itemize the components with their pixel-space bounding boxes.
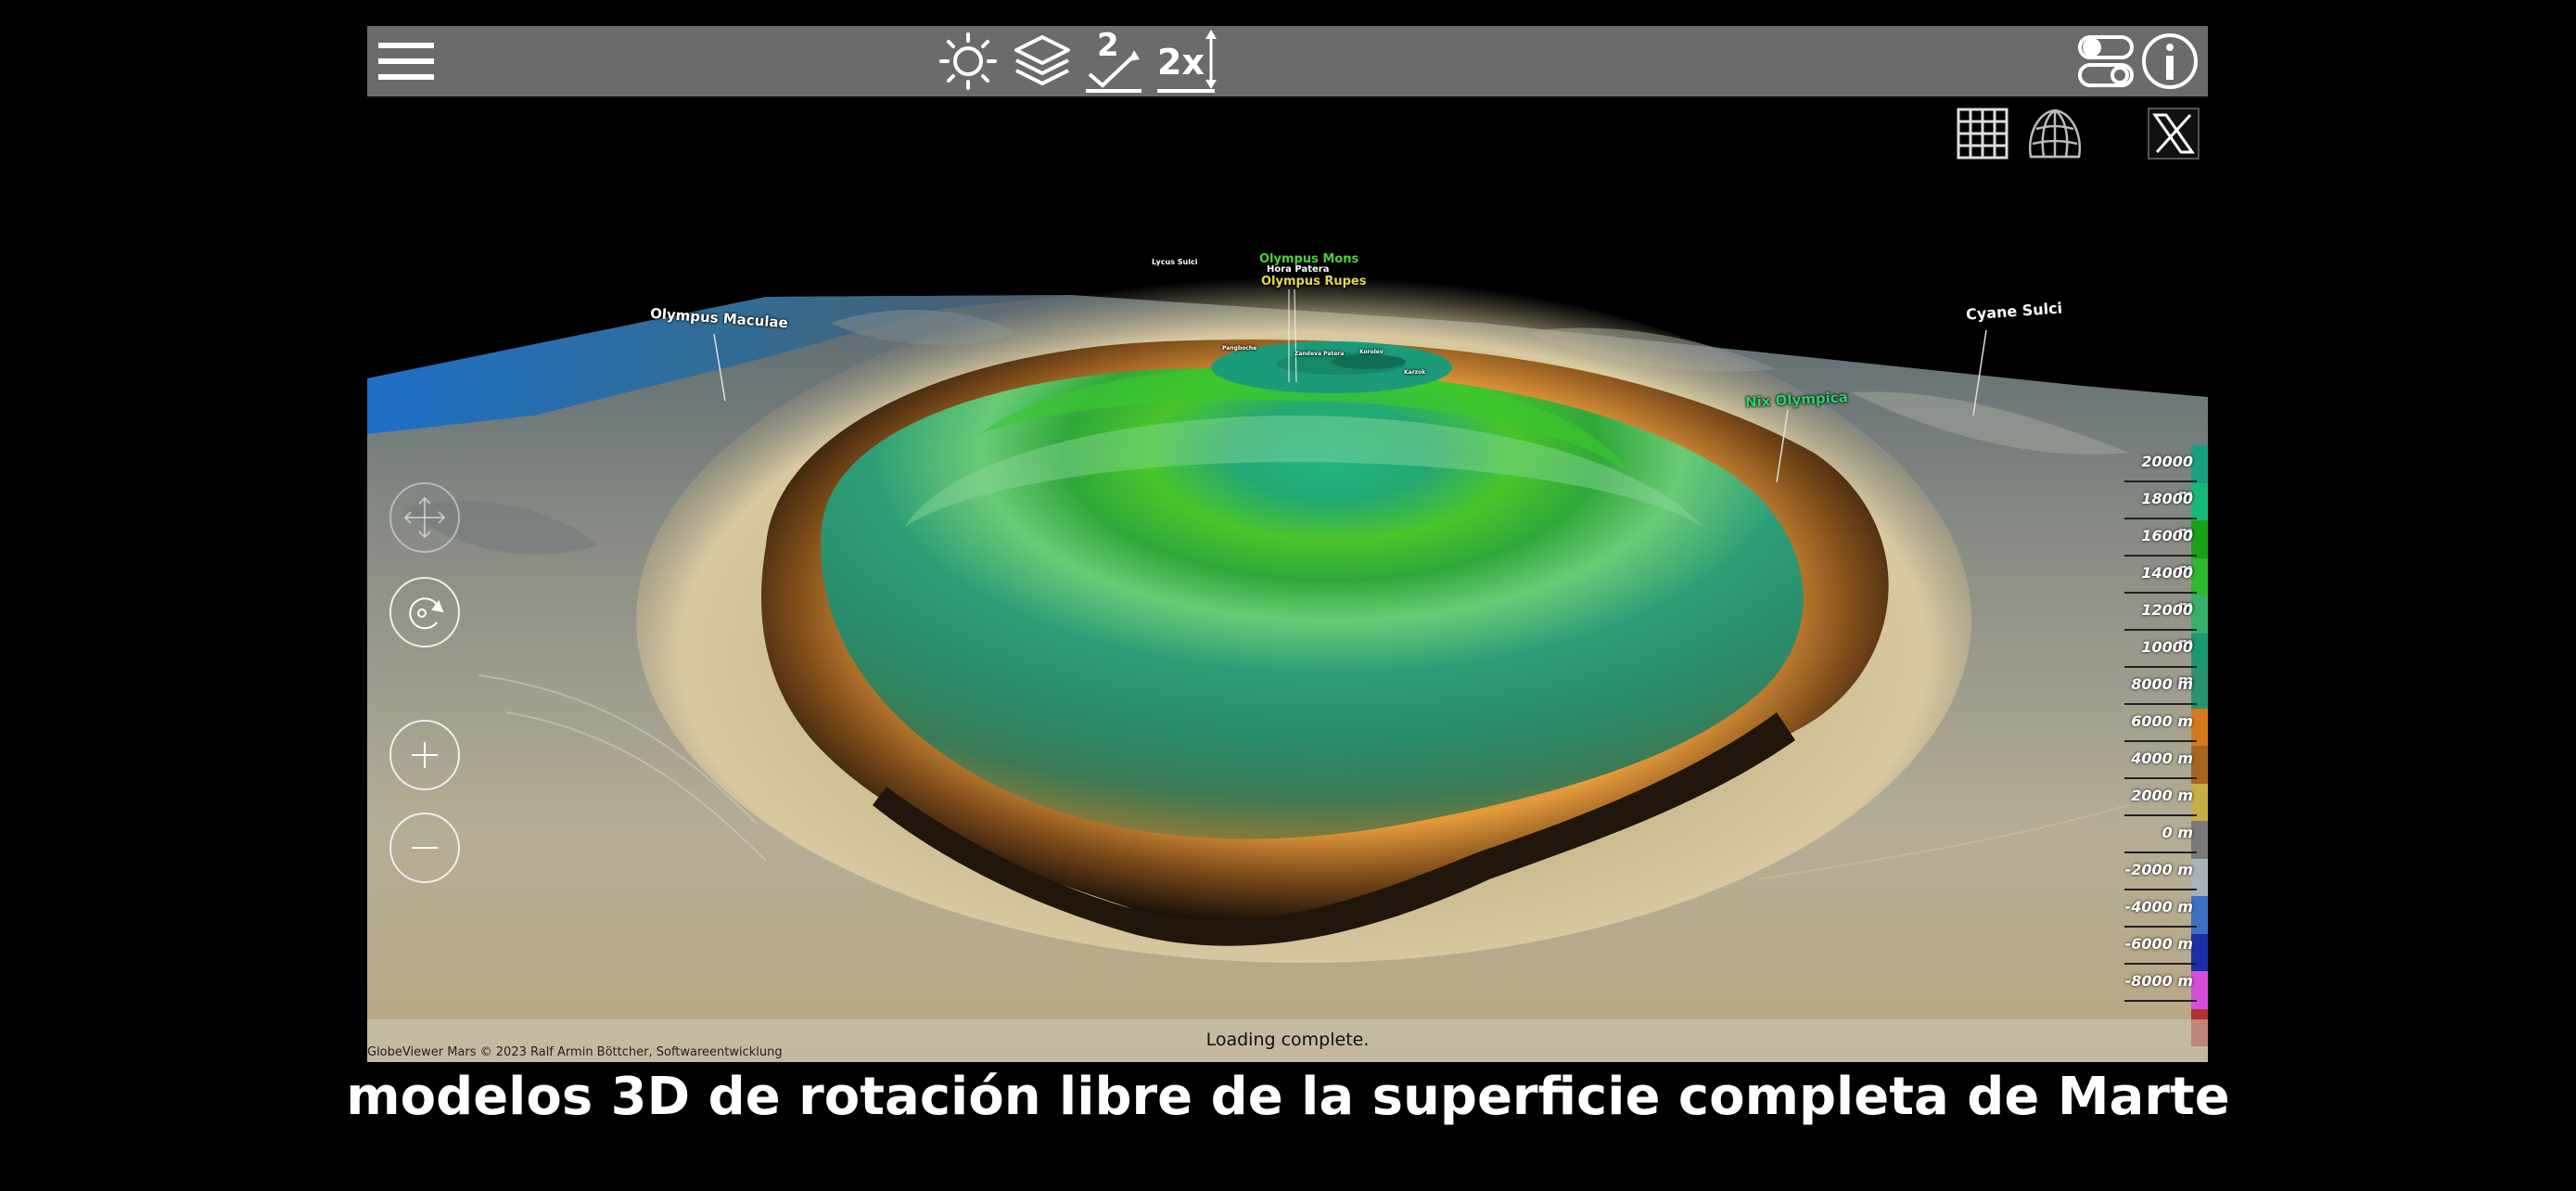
legend-tick: 10000 m bbox=[2124, 631, 2197, 689]
toggle-settings-icon[interactable] bbox=[2072, 26, 2142, 96]
legend-tick: -4000 m bbox=[2124, 890, 2197, 928]
legend-tick: 2000 m bbox=[2124, 779, 2197, 816]
label-olympus-rupes[interactable]: Olympus Rupes bbox=[1261, 275, 1366, 288]
label-hora-patera[interactable]: Hora Patera bbox=[1267, 264, 1329, 275]
svg-text:2x: 2x bbox=[1157, 42, 1205, 83]
legend-tick: 18000 m bbox=[2124, 482, 2197, 541]
legend-tick: 6000 m bbox=[2124, 705, 2197, 742]
globe-grid-icon[interactable] bbox=[2025, 106, 2085, 161]
copyright-text: GlobeViewer Mars © 2023 Ralf Armin Böttc… bbox=[367, 1045, 783, 1059]
menu-icon[interactable] bbox=[371, 26, 441, 96]
zoom-in-control[interactable] bbox=[389, 720, 460, 790]
leader-line bbox=[1972, 329, 1987, 416]
leader-line bbox=[1776, 409, 1789, 483]
grid-icon[interactable] bbox=[1955, 106, 2010, 161]
terrain-3d-view[interactable] bbox=[367, 26, 2208, 1062]
legend-tick: -8000 m bbox=[2124, 965, 2197, 1002]
dimension-2d-icon[interactable]: 2 bbox=[1079, 26, 1150, 96]
legend-tick: 16000 m bbox=[2124, 519, 2197, 578]
rotate-control-icon bbox=[409, 597, 444, 630]
legend-tick: 0 m bbox=[2124, 816, 2197, 853]
caption: modelos 3D de rotación libre de la super… bbox=[346, 1067, 2230, 1127]
legend-tick: 8000 m bbox=[2124, 668, 2197, 705]
info-icon[interactable] bbox=[2135, 26, 2205, 96]
rotate-control[interactable] bbox=[389, 577, 460, 647]
leader-line bbox=[1288, 289, 1297, 383]
label-pangboche[interactable]: Pangboche bbox=[1222, 345, 1256, 352]
top-toolbar bbox=[367, 26, 2208, 96]
legend-tick: 12000 m bbox=[2124, 594, 2197, 652]
legend-tick: -6000 m bbox=[2124, 928, 2197, 965]
label-zandeva-patera[interactable]: Zandeva Patera bbox=[1294, 351, 1344, 357]
x-logo-icon[interactable] bbox=[2146, 106, 2201, 161]
label-korolev[interactable]: Korolev bbox=[1359, 349, 1384, 355]
sun-icon[interactable] bbox=[933, 26, 1003, 96]
zoom-in-icon bbox=[412, 742, 438, 768]
legend-tick: -2000 m bbox=[2124, 853, 2197, 890]
zoom-out-icon bbox=[412, 847, 438, 849]
pan-control[interactable] bbox=[389, 482, 460, 553]
legend-tick: 4000 m bbox=[2124, 742, 2197, 779]
label-lycus-sulci[interactable]: Lycus Sulci bbox=[1152, 258, 1197, 266]
elevation-scale-icon[interactable]: 2x bbox=[1152, 26, 1222, 96]
layers-icon[interactable] bbox=[1007, 26, 1078, 96]
zoom-out-control[interactable] bbox=[389, 813, 460, 883]
dimension-2d-label: 2 bbox=[1097, 28, 1119, 64]
leader-line bbox=[713, 333, 726, 402]
legend-tick: 20000 m bbox=[2124, 445, 2197, 504]
pan-control-icon bbox=[403, 496, 446, 539]
legend-tick: 14000 m bbox=[2124, 557, 2197, 615]
map-viewport[interactable]: 2 2x Olympus Maculae Lycus Sulci Olympus… bbox=[367, 26, 2208, 1062]
label-karzok[interactable]: Karzok bbox=[1404, 369, 1425, 376]
